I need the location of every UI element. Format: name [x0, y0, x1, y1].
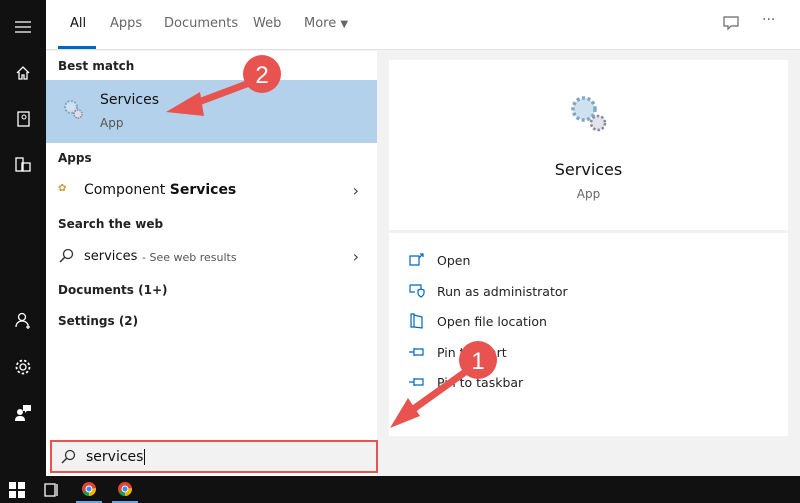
add-user-icon[interactable] — [0, 306, 46, 336]
result-component-services[interactable]: ✿ Component Services › — [46, 175, 377, 207]
tab-apps[interactable]: Apps — [110, 16, 142, 31]
active-tab-indicator — [58, 46, 96, 49]
more-options-icon[interactable]: ··· — [762, 12, 775, 28]
shield-icon — [409, 284, 425, 298]
pin-icon — [409, 348, 424, 356]
chevron-right-icon[interactable]: › — [353, 247, 359, 266]
notebook-icon[interactable] — [0, 104, 46, 134]
section-settings[interactable]: Settings (2) — [58, 314, 138, 328]
home-icon[interactable] — [0, 58, 46, 88]
search-input[interactable]: services — [86, 449, 146, 465]
task-view-icon[interactable] — [44, 482, 60, 498]
left-rail — [0, 0, 46, 476]
feedback-icon[interactable] — [0, 398, 46, 428]
web-suffix: - See web results — [142, 251, 237, 264]
tab-more-label: More — [304, 16, 337, 31]
detail-subtitle: App — [576, 187, 601, 201]
chrome-icon[interactable] — [81, 481, 97, 497]
detail-actions-card: Open Run as administrator Open file loca… — [389, 233, 788, 436]
search-box[interactable]: services — [50, 440, 378, 473]
detail-title: Services — [554, 160, 623, 179]
open-icon — [409, 253, 424, 266]
hamburger-icon[interactable] — [0, 12, 46, 42]
chrome-icon[interactable] — [117, 481, 133, 497]
gears-icon — [567, 92, 609, 138]
result-web-search[interactable]: services - See web results › — [46, 241, 377, 273]
action-pin-to-taskbar[interactable]: Pin to taskbar — [409, 372, 523, 392]
tab-documents[interactable]: Documents — [164, 16, 238, 31]
windows-start-icon[interactable] — [9, 482, 25, 498]
detail-header-card: Services App — [389, 60, 788, 230]
search-icon — [61, 449, 76, 464]
section-documents[interactable]: Documents (1+) — [58, 283, 167, 297]
chevron-right-icon[interactable]: › — [353, 181, 359, 200]
component-services-icon: ✿ — [58, 183, 67, 194]
section-best-match: Best match — [58, 59, 135, 73]
tab-more[interactable]: More ▼ — [304, 16, 348, 31]
gears-icon — [62, 98, 84, 124]
action-run-as-admin[interactable]: Run as administrator — [409, 281, 568, 301]
caret-down-icon: ▼ — [340, 19, 349, 30]
feedback-icon[interactable] — [722, 15, 740, 37]
tab-all[interactable]: All — [70, 16, 86, 31]
best-match-subtitle: App — [100, 116, 124, 130]
devices-icon[interactable] — [0, 150, 46, 180]
best-match-title: Services — [100, 92, 160, 108]
section-search-web: Search the web — [58, 217, 164, 231]
results-panel: Best match Services App Apps ✿ Component… — [46, 51, 377, 476]
tab-web[interactable]: Web — [253, 16, 281, 31]
web-query: services — [84, 249, 138, 264]
gear-icon[interactable] — [0, 352, 46, 382]
folder-icon — [410, 313, 423, 329]
best-match-services[interactable]: Services App — [46, 80, 377, 143]
action-open[interactable]: Open — [409, 250, 470, 270]
result-label: Component Services — [84, 182, 237, 198]
action-open-file-location[interactable]: Open file location — [409, 311, 547, 331]
search-icon — [59, 248, 74, 263]
taskbar — [0, 476, 800, 503]
pin-icon — [409, 378, 424, 386]
action-pin-to-start[interactable]: Pin to Start — [409, 342, 507, 362]
filter-tabs-bar: All Apps Documents Web More ▼ ··· — [46, 0, 800, 50]
section-apps: Apps — [58, 151, 92, 165]
